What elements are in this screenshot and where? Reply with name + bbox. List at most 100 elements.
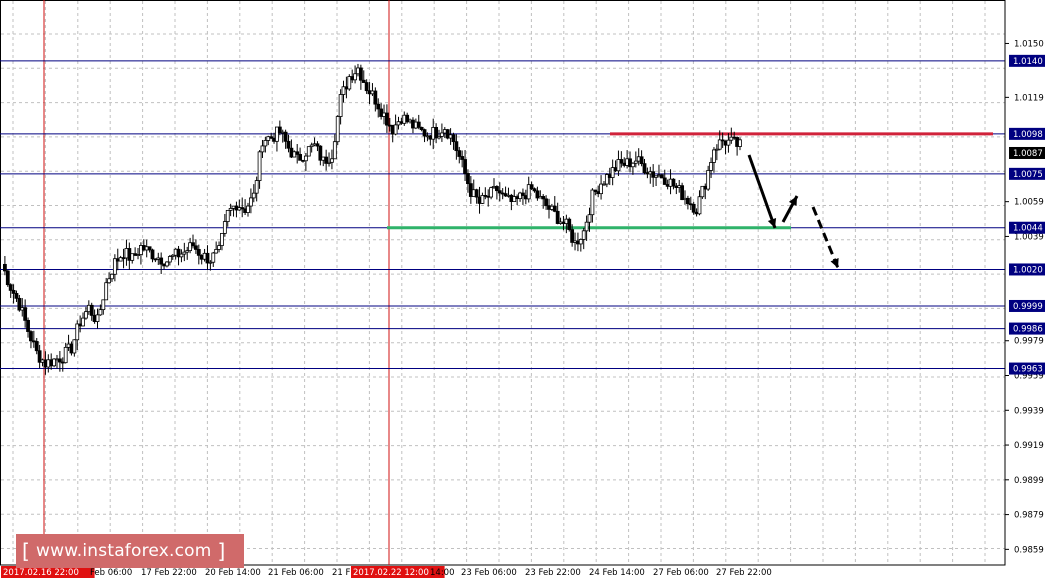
candle-body (14, 293, 19, 299)
price-tick-label: 0.9919 (1014, 441, 1044, 451)
time-tick-label: 14:00 (430, 568, 455, 578)
level-price-label: 1.0098 (1013, 130, 1043, 140)
time-tick-label: 27 Feb 06:00 (653, 568, 709, 578)
price-axis: 1.01501.01191.00591.00390.99790.99590.99… (1004, 0, 1045, 565)
candle-body (671, 178, 676, 187)
candle-body (95, 314, 100, 322)
candle-body (709, 162, 713, 171)
candle-body (335, 116, 340, 143)
instaforex-watermark: [ www.instaforex.com ] (16, 534, 244, 568)
candle-body (489, 187, 494, 198)
candle-body (712, 149, 716, 163)
candle-body (217, 245, 221, 250)
candle-body (159, 257, 164, 265)
price-tick-label: 0.9939 (1014, 406, 1044, 416)
time-tick-label: 2017.02.22 12:00 (353, 568, 429, 578)
watermark-left-bracket: [ (22, 539, 31, 563)
price-tick-label: 0.9859 (1014, 545, 1044, 555)
candle-body (303, 155, 308, 162)
candle-body (220, 232, 224, 246)
level-price-label: 1.0140 (1013, 57, 1043, 67)
candle-body (165, 261, 169, 267)
candle-body (89, 304, 94, 316)
candle-body (8, 284, 13, 291)
candle-body (639, 156, 644, 165)
candle-body (642, 163, 647, 174)
candle-body (107, 278, 111, 284)
time-tick-label: 21 Feb 06:00 (268, 568, 324, 578)
candle-body (26, 319, 30, 332)
price-tick-label: 0.9979 (1014, 337, 1044, 347)
candle-body (454, 141, 459, 152)
candle-body (385, 112, 389, 126)
candle-body (248, 197, 253, 207)
candle-body (251, 192, 256, 199)
candle-body (211, 252, 216, 263)
candle-body (451, 134, 456, 143)
price-tick-label: 1.0039 (1014, 232, 1044, 242)
candle-body (5, 270, 10, 286)
time-tick-label: 17 Feb 22:00 (141, 568, 197, 578)
time-tick-label: 24 Feb 14:00 (589, 568, 645, 578)
candle-body (463, 159, 467, 174)
candle-body (75, 323, 80, 341)
candle-body (332, 141, 337, 160)
candle-body (263, 140, 268, 147)
candle-body (110, 273, 114, 280)
price-tick-label: 1.0150 (1014, 39, 1044, 49)
price-tick-label: 0.9899 (1014, 476, 1044, 486)
candle-body (98, 309, 103, 316)
level-price-label: 0.9963 (1013, 365, 1043, 375)
candle-body (662, 177, 667, 185)
candle-body (460, 156, 465, 160)
candle-body (214, 249, 219, 254)
candle-body (570, 229, 575, 243)
candle-body (584, 221, 589, 232)
candle-body (466, 173, 470, 185)
candle-body (619, 159, 624, 164)
candle-body (29, 331, 33, 342)
candle-body (283, 131, 288, 142)
time-tick-label: 20 Feb 14:00 (205, 568, 261, 578)
candle-body (104, 282, 109, 301)
candle-body (738, 139, 742, 147)
candle-body (222, 221, 227, 234)
price-tick-label: 1.0119 (1014, 93, 1044, 103)
candle-body (225, 209, 230, 222)
candle-body (567, 218, 572, 230)
level-price-label: 1.0020 (1013, 265, 1043, 275)
candle-body (353, 73, 357, 81)
time-tick-label: 23 Feb 06:00 (461, 568, 517, 578)
candle-body (191, 242, 195, 247)
candle-body (147, 246, 152, 251)
candle-body (529, 184, 534, 190)
candle-body (101, 299, 106, 311)
candle-body (726, 139, 731, 146)
candle-body (34, 341, 39, 352)
candle-body (167, 256, 172, 263)
candle-body (298, 154, 302, 161)
candle-body (358, 67, 363, 81)
candle-body (631, 162, 635, 168)
candle-body (373, 90, 378, 105)
candle-body (330, 158, 334, 163)
level-price-label: 1.0044 (1013, 224, 1043, 234)
candle-body (680, 185, 685, 201)
current-price-label: 1.0087 (1013, 149, 1043, 159)
candle-body (254, 180, 259, 194)
candle-body (84, 311, 88, 319)
candle-body (494, 186, 499, 192)
candle-body (691, 203, 696, 213)
time-tick-label: 21 F (332, 568, 351, 578)
candle-body (23, 307, 28, 321)
candle-body (257, 151, 262, 181)
candle-body (150, 249, 155, 260)
candle-body (194, 245, 198, 250)
candle-body (697, 196, 702, 215)
candle-body (81, 317, 85, 327)
watermark-text: www.instaforex.com (36, 541, 212, 561)
candle-body (416, 121, 421, 128)
candle-body (474, 189, 479, 198)
candle-body (581, 230, 586, 240)
candle-body (196, 249, 201, 256)
